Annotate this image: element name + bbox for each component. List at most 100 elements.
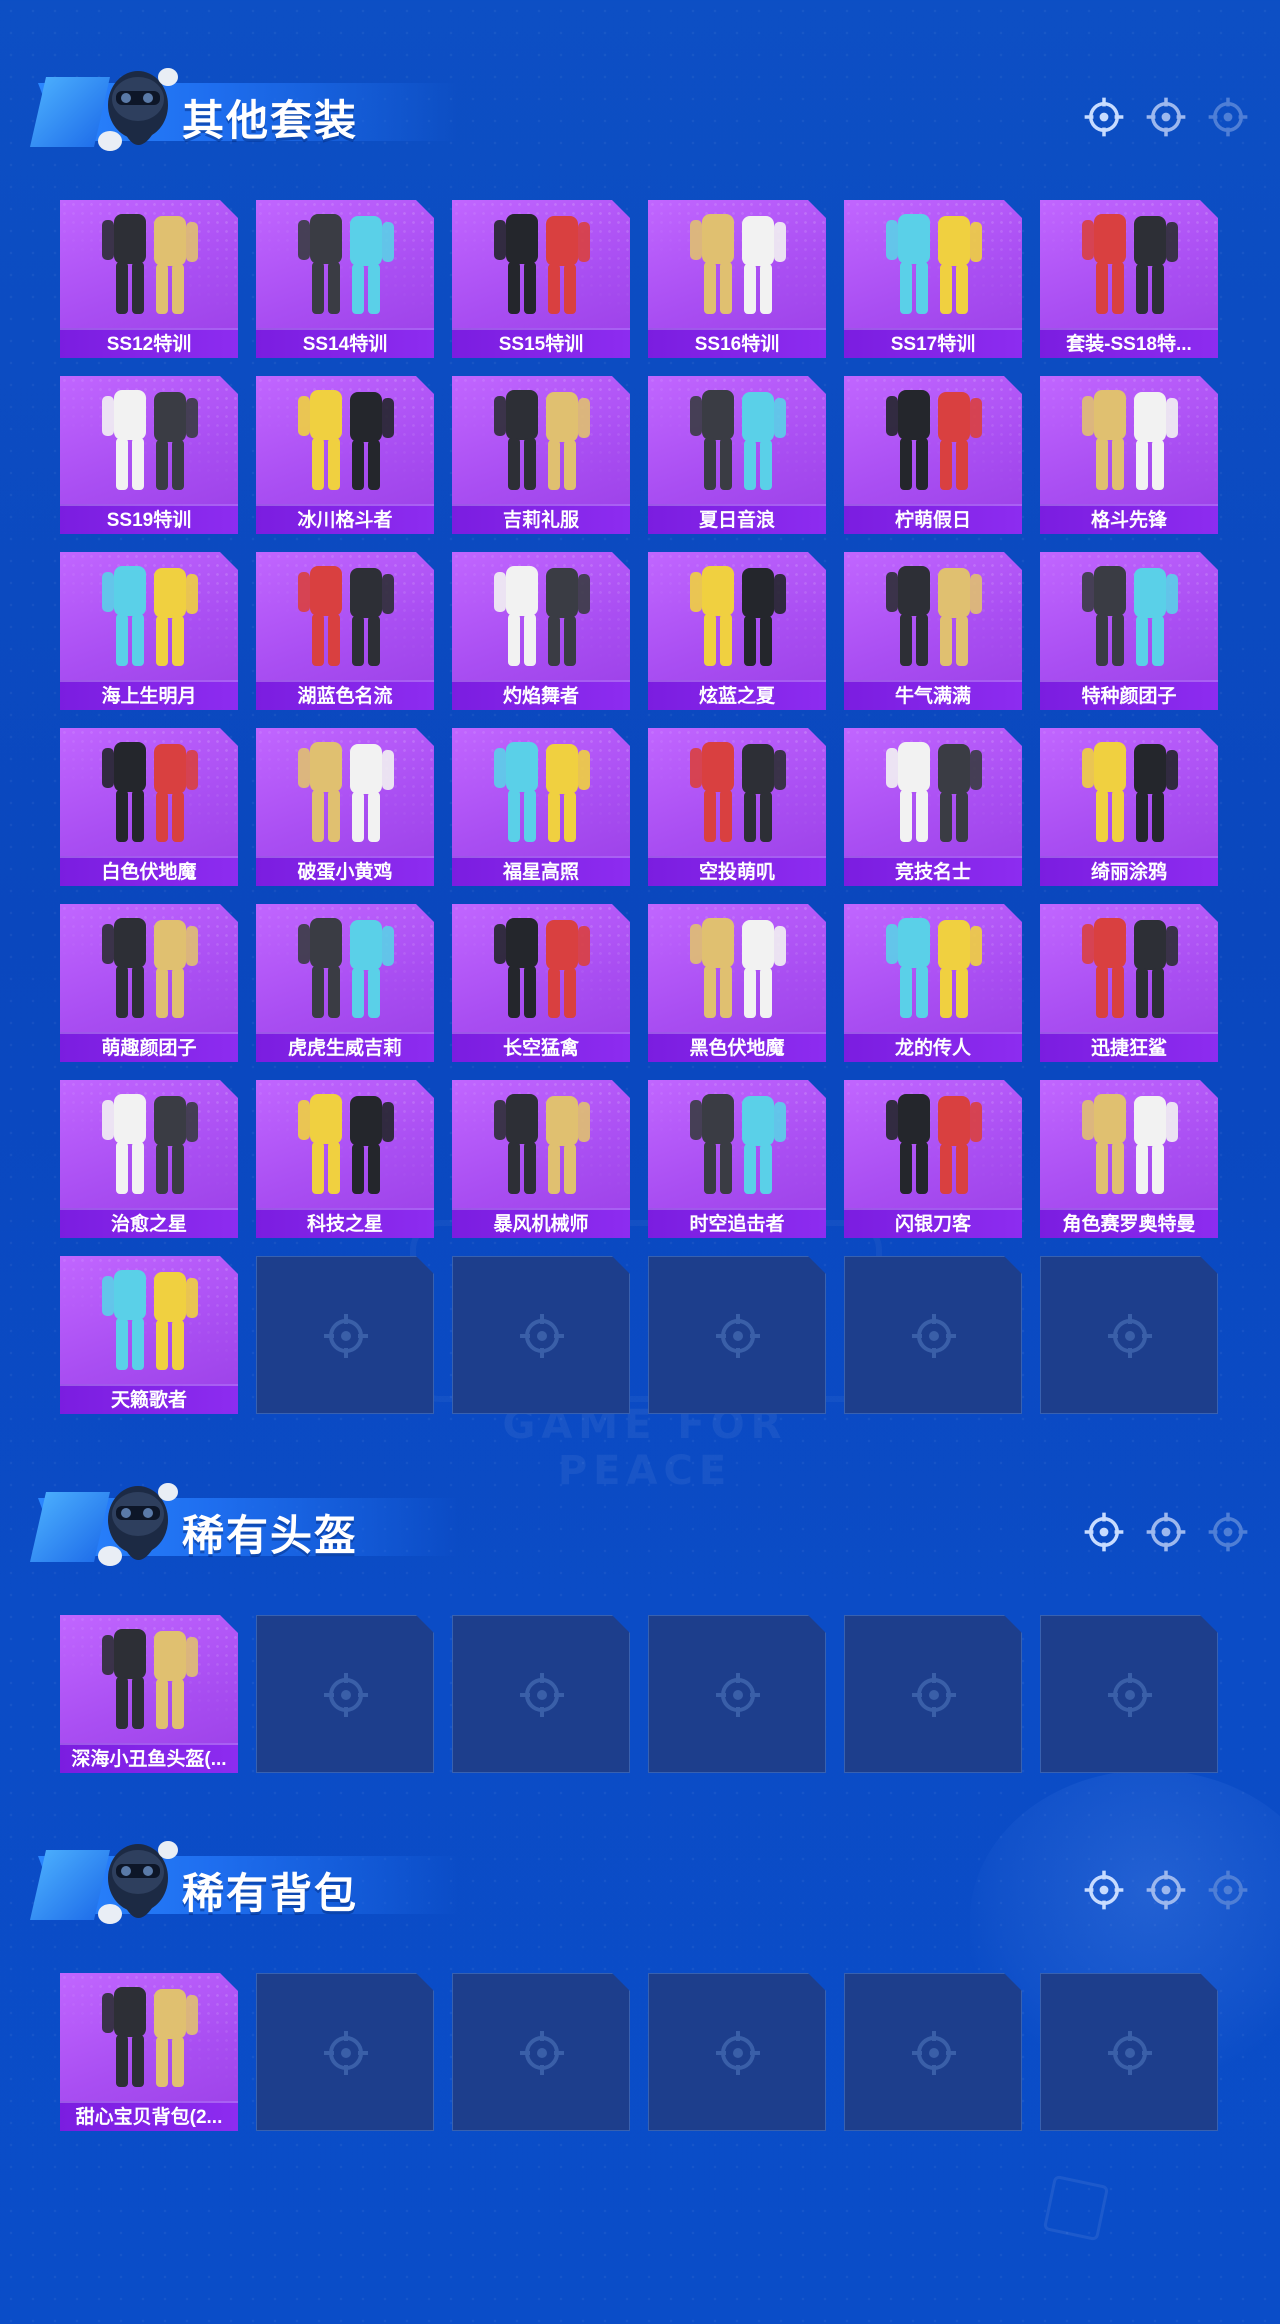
- item-card[interactable]: 龙的传人: [844, 904, 1022, 1062]
- item-card[interactable]: 格斗先锋: [1040, 376, 1218, 534]
- target-icon: [1146, 97, 1186, 137]
- outfit-image: [690, 566, 786, 666]
- item-label: 灼焰舞者: [452, 680, 630, 710]
- section-target-icons: [1082, 95, 1250, 139]
- item-card[interactable]: 虎虎生威吉莉: [256, 904, 434, 1062]
- item-card[interactable]: SS19特训: [60, 376, 238, 534]
- outfit-image: [102, 742, 198, 842]
- target-icon: [912, 1314, 956, 1358]
- item-label: 冰川格斗者: [256, 504, 434, 534]
- item-card[interactable]: SS15特训: [452, 200, 630, 358]
- item-card[interactable]: 萌趣颜团子: [60, 904, 238, 1062]
- item-card[interactable]: 破蛋小黄鸡: [256, 728, 434, 886]
- item-card[interactable]: 时空追击者: [648, 1080, 826, 1238]
- item-card[interactable]: 治愈之星: [60, 1080, 238, 1238]
- section-target-icons: [1082, 1510, 1250, 1554]
- target-icon: [1084, 1870, 1124, 1910]
- section-target-icons: [1082, 1868, 1250, 1912]
- item-card[interactable]: SS12特训: [60, 200, 238, 358]
- item-card[interactable]: 特种颜团子: [1040, 552, 1218, 710]
- item-label: 竞技名士: [844, 856, 1022, 886]
- item-card[interactable]: 天籁歌者: [60, 1256, 238, 1414]
- item-label: 黑色伏地魔: [648, 1032, 826, 1062]
- item-card[interactable]: 海上生明月: [60, 552, 238, 710]
- outfit-image: [298, 390, 394, 490]
- item-label: SS17特训: [844, 328, 1022, 358]
- section-title: 其他套装: [182, 97, 359, 144]
- outfit-image: [1082, 390, 1178, 490]
- item-label: 夏日音浪: [648, 504, 826, 534]
- item-label: 牛气满满: [844, 680, 1022, 710]
- item-card[interactable]: 灼焰舞者: [452, 552, 630, 710]
- item-label: 吉莉礼服: [452, 504, 630, 534]
- item-card[interactable]: SS14特训: [256, 200, 434, 358]
- empty-slot: [648, 1615, 826, 1773]
- item-card[interactable]: 夏日音浪: [648, 376, 826, 534]
- item-card[interactable]: 套装-SS18特...: [1040, 200, 1218, 358]
- item-label: 龙的传人: [844, 1032, 1022, 1062]
- item-card[interactable]: SS16特训: [648, 200, 826, 358]
- item-label: 海上生明月: [60, 680, 238, 710]
- outfit-image: [102, 918, 198, 1018]
- empty-slot: [256, 1615, 434, 1773]
- item-label: 闪银刀客: [844, 1208, 1022, 1238]
- item-card[interactable]: 绮丽涂鸦: [1040, 728, 1218, 886]
- item-card[interactable]: 黑色伏地魔: [648, 904, 826, 1062]
- item-card[interactable]: SS17特训: [844, 200, 1022, 358]
- outfit-image: [298, 1094, 394, 1194]
- item-card[interactable]: 深海小丑鱼头盔(...: [60, 1615, 238, 1773]
- outfit-image: [690, 918, 786, 1018]
- outfit-image: [1082, 742, 1178, 842]
- item-card[interactable]: 牛气满满: [844, 552, 1022, 710]
- item-label: 特种颜团子: [1040, 680, 1218, 710]
- item-label: 时空追击者: [648, 1208, 826, 1238]
- section-title: 稀有头盔: [182, 1512, 359, 1559]
- item-card[interactable]: 角色赛罗奥特曼: [1040, 1080, 1218, 1238]
- target-icon: [1084, 97, 1124, 137]
- outfit-image: [1082, 1094, 1178, 1194]
- item-label: 角色赛罗奥特曼: [1040, 1208, 1218, 1238]
- item-card[interactable]: 闪银刀客: [844, 1080, 1022, 1238]
- target-icon: [1108, 1314, 1152, 1358]
- item-label: 湖蓝色名流: [256, 680, 434, 710]
- item-card[interactable]: 吉莉礼服: [452, 376, 630, 534]
- outfit-image: [298, 214, 394, 314]
- outfit-image: [690, 390, 786, 490]
- target-icon: [1108, 2031, 1152, 2075]
- outfit-image: [1082, 214, 1178, 314]
- empty-slot: [452, 1615, 630, 1773]
- target-icon: [1208, 97, 1248, 137]
- crate-decoration: [1042, 2174, 1110, 2242]
- empty-slot: [844, 1973, 1022, 2131]
- item-card[interactable]: 空投萌叽: [648, 728, 826, 886]
- item-card[interactable]: 冰川格斗者: [256, 376, 434, 534]
- item-card[interactable]: 科技之星: [256, 1080, 434, 1238]
- item-card[interactable]: 暴风机械师: [452, 1080, 630, 1238]
- target-icon: [1108, 1673, 1152, 1717]
- outfit-image: [690, 1094, 786, 1194]
- target-icon: [324, 2031, 368, 2075]
- item-card[interactable]: 甜心宝贝背包(2...: [60, 1973, 238, 2131]
- item-card[interactable]: 竞技名士: [844, 728, 1022, 886]
- item-label: SS19特训: [60, 504, 238, 534]
- item-card[interactable]: 湖蓝色名流: [256, 552, 434, 710]
- outfit-image: [494, 214, 590, 314]
- item-card[interactable]: 长空猛禽: [452, 904, 630, 1062]
- section-header: 其他套装: [30, 55, 458, 165]
- item-card[interactable]: 柠萌假日: [844, 376, 1022, 534]
- section-header: 稀有背包: [30, 1828, 458, 1938]
- watermark-text: GAME FOR PEACE: [502, 1402, 788, 1494]
- empty-slot: [1040, 1615, 1218, 1773]
- target-icon: [716, 1673, 760, 1717]
- target-icon: [912, 2031, 956, 2075]
- item-label: 萌趣颜团子: [60, 1032, 238, 1062]
- outfit-image: [494, 918, 590, 1018]
- outfit-image: [494, 390, 590, 490]
- item-card[interactable]: 白色伏地魔: [60, 728, 238, 886]
- item-card[interactable]: 迅捷狂鲨: [1040, 904, 1218, 1062]
- item-card[interactable]: 福星高照: [452, 728, 630, 886]
- item-card[interactable]: 炫蓝之夏: [648, 552, 826, 710]
- item-label: 深海小丑鱼头盔(...: [60, 1743, 238, 1773]
- outfit-image: [298, 918, 394, 1018]
- section-header: 稀有头盔: [30, 1470, 458, 1580]
